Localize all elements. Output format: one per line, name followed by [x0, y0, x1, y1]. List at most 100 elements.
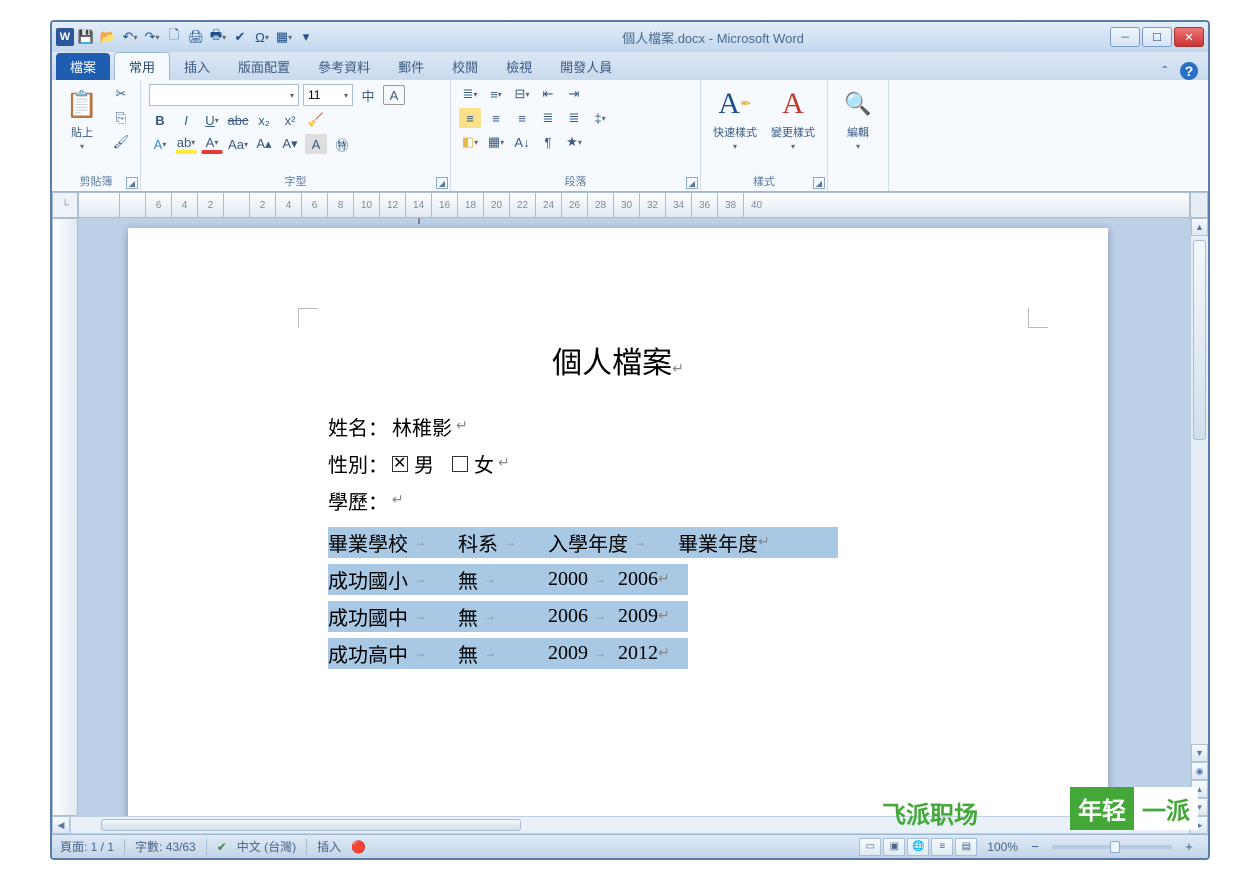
bullets-icon[interactable]: ≣▾ [459, 84, 481, 104]
horizontal-ruler[interactable]: 642246810121416182022242628303234363840 [78, 192, 1190, 218]
document-viewport[interactable]: ↖ 個人檔案↵ 姓名：林稚影↵ 性別： 男 女 ↵ 學歷：↵ [78, 218, 1190, 816]
increase-indent-icon[interactable]: ⇥ [563, 84, 585, 104]
distribute-icon[interactable]: ≣ [563, 108, 585, 128]
maximize-button[interactable]: ☐ [1142, 27, 1172, 47]
superscript-button[interactable]: x² [279, 110, 301, 130]
enclose-char-icon[interactable]: ㊕ [331, 134, 353, 154]
save-icon[interactable]: 💾 [76, 27, 96, 47]
justify-icon[interactable]: ≣ [537, 108, 559, 128]
char-border-icon[interactable]: A [383, 85, 405, 105]
char-shading-icon[interactable]: A [305, 134, 327, 154]
change-case-icon[interactable]: Aa▾ [227, 134, 249, 154]
status-word-count[interactable]: 字數: 43/63 [135, 838, 196, 855]
zoom-level[interactable]: 100% [987, 840, 1018, 854]
minimize-ribbon-icon[interactable]: ˆ [1156, 62, 1174, 80]
zoom-slider[interactable] [1052, 845, 1172, 849]
change-styles-button[interactable]: A 變更樣式 ▾ [767, 84, 819, 153]
new-doc-icon[interactable]: 🗋 [164, 27, 184, 47]
align-left-icon[interactable]: ≡ [459, 108, 481, 128]
quick-print-icon[interactable]: 🖶▾ [208, 27, 228, 47]
spelling-icon[interactable]: ✔ [230, 27, 250, 47]
editing-button[interactable]: 🔍 編輯 ▾ [836, 84, 880, 153]
grow-font-icon[interactable]: A▴ [253, 134, 275, 154]
font-color-icon[interactable]: A▾ [201, 134, 223, 154]
subscript-button[interactable]: x₂ [253, 110, 275, 130]
paragraph-launcher-icon[interactable]: ◢ [686, 177, 698, 189]
underline-button[interactable]: U▾ [201, 110, 223, 130]
tab-review[interactable]: 校閱 [438, 53, 492, 80]
symbol-omega-icon[interactable]: Ω▾ [252, 27, 272, 47]
outline-view-icon[interactable]: ≡ [931, 838, 953, 856]
scroll-left-icon[interactable]: ◀ [52, 816, 70, 834]
phonetic-guide-icon[interactable]: 中 [357, 85, 379, 105]
ruler-toggle-icon[interactable] [1190, 192, 1208, 218]
tab-insert[interactable]: 插入 [170, 53, 224, 80]
web-layout-view-icon[interactable]: 🌐 [907, 838, 929, 856]
shrink-font-icon[interactable]: A▾ [279, 134, 301, 154]
hscroll-thumb[interactable] [101, 819, 521, 831]
font-launcher-icon[interactable]: ◢ [436, 177, 448, 189]
tab-home[interactable]: 常用 [114, 52, 170, 80]
text-effects-icon[interactable]: A▾ [149, 134, 171, 154]
open-icon[interactable]: 📂 [98, 27, 118, 47]
tab-developer[interactable]: 開發人員 [546, 53, 626, 80]
italic-button[interactable]: I [175, 110, 197, 130]
bold-button[interactable]: B [149, 110, 171, 130]
scroll-up-icon[interactable]: ▲ [1191, 218, 1208, 236]
scroll-thumb[interactable] [1193, 240, 1206, 440]
print-layout-view-icon[interactable]: ▭ [859, 838, 881, 856]
status-insert-mode[interactable]: 插入 [317, 838, 341, 855]
align-right-icon[interactable]: ≡ [511, 108, 533, 128]
proofing-icon[interactable]: ✔ [217, 840, 227, 854]
table-qat-icon[interactable]: ▦▾ [274, 27, 294, 47]
quick-styles-button[interactable]: A✒ 快速樣式 ▾ [709, 84, 761, 153]
copy-icon[interactable]: ⎘ [110, 108, 132, 128]
tab-references[interactable]: 參考資料 [304, 53, 384, 80]
font-size-combo[interactable]: 11▾ [303, 84, 353, 106]
horizontal-scrollbar[interactable]: ◀ ▶ [52, 816, 1208, 834]
highlight-icon[interactable]: ab▾ [175, 134, 197, 154]
strikethrough-button[interactable]: abc [227, 110, 249, 130]
undo-icon[interactable]: ↶▾ [120, 27, 140, 47]
word-app-icon[interactable]: W [56, 28, 74, 46]
tab-layout[interactable]: 版面配置 [224, 53, 304, 80]
asian-layout-icon[interactable]: ★▾ [563, 132, 585, 152]
decrease-indent-icon[interactable]: ⇤ [537, 84, 559, 104]
qat-customize-icon[interactable]: ▾ [296, 27, 316, 47]
status-language[interactable]: 中文 (台灣) [237, 838, 296, 855]
cut-icon[interactable]: ✂ [110, 84, 132, 104]
minimize-button[interactable]: － [1110, 27, 1140, 47]
macro-record-icon[interactable]: 🔴 [351, 840, 366, 854]
tab-file[interactable]: 檔案 [56, 53, 110, 80]
fullscreen-reading-view-icon[interactable]: ▣ [883, 838, 905, 856]
scroll-down-icon[interactable]: ▼ [1191, 744, 1208, 762]
show-marks-icon[interactable]: ¶ [537, 132, 559, 152]
browse-object-icon[interactable]: ◉ [1191, 762, 1208, 780]
clipboard-launcher-icon[interactable]: ◢ [126, 177, 138, 189]
print-preview-icon[interactable]: 🖨 [186, 27, 206, 47]
tab-mailings[interactable]: 郵件 [384, 53, 438, 80]
zoom-out-icon[interactable]: − [1024, 837, 1046, 857]
styles-launcher-icon[interactable]: ◢ [813, 177, 825, 189]
numbering-icon[interactable]: ≡▾ [485, 84, 507, 104]
vertical-ruler[interactable] [52, 218, 78, 816]
help-icon[interactable]: ? [1180, 62, 1198, 80]
sort-icon[interactable]: A↓ [511, 132, 533, 152]
borders-icon[interactable]: ▦▾ [485, 132, 507, 152]
redo-icon[interactable]: ↷▾ [142, 27, 162, 47]
font-name-combo[interactable]: ▾ [149, 84, 299, 106]
line-spacing-icon[interactable]: ‡▾ [589, 108, 611, 128]
tab-selector[interactable]: └ [52, 192, 78, 218]
multilevel-icon[interactable]: ⊟▾ [511, 84, 533, 104]
paste-button[interactable]: 📋 貼上 ▾ [60, 84, 104, 153]
draft-view-icon[interactable]: ▤ [955, 838, 977, 856]
tab-view[interactable]: 檢視 [492, 53, 546, 80]
shading-icon[interactable]: ◧▾ [459, 132, 481, 152]
status-page[interactable]: 頁面: 1 / 1 [60, 838, 114, 855]
clear-format-icon[interactable]: 🧹 [305, 110, 327, 130]
format-painter-icon[interactable]: 🖌 [110, 132, 132, 152]
close-button[interactable]: ✕ [1174, 27, 1204, 47]
align-center-icon[interactable]: ≡ [485, 108, 507, 128]
zoom-in-icon[interactable]: + [1178, 837, 1200, 857]
vertical-scrollbar[interactable]: ▲ ▼ ◉ ▴ ▾ [1190, 218, 1208, 816]
